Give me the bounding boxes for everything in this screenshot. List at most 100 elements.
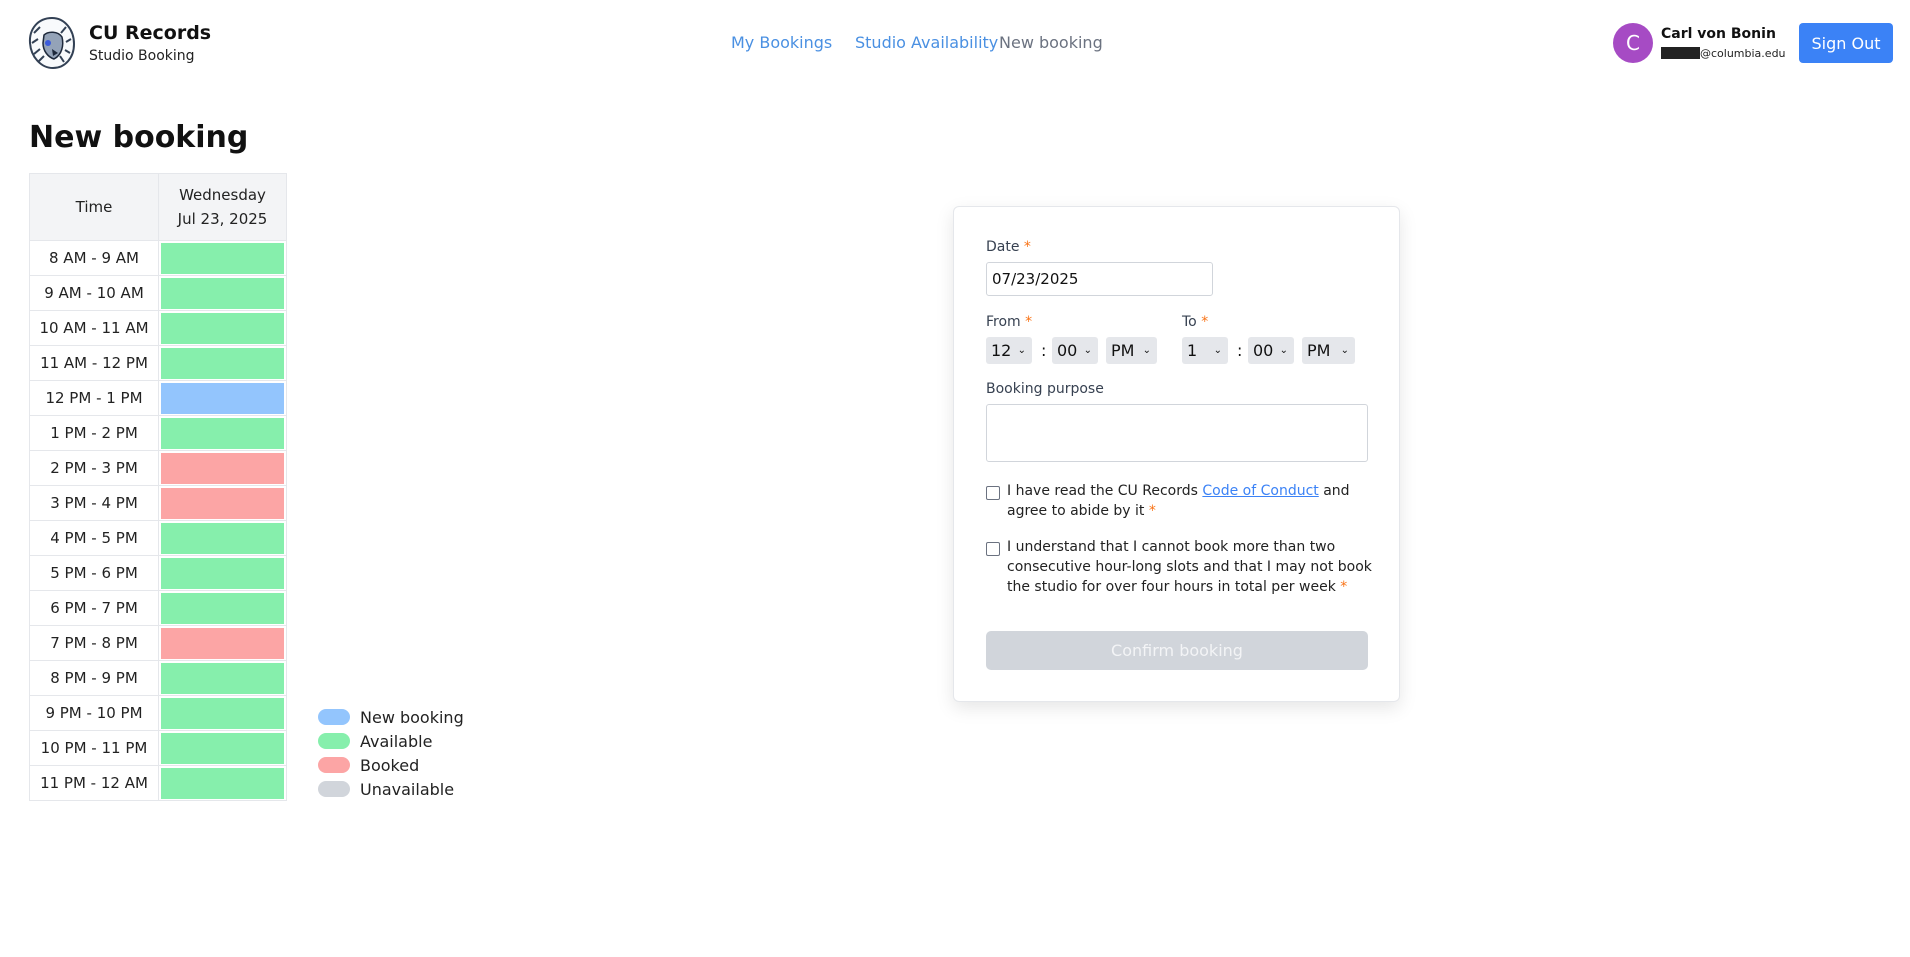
schedule-row: 10 PM - 11 PM bbox=[29, 730, 287, 766]
code-of-conduct-link[interactable]: Code of Conduct bbox=[1202, 483, 1318, 499]
from-hour-select[interactable]: 12 ⌄ bbox=[986, 337, 1032, 364]
slot-status-available[interactable] bbox=[161, 557, 284, 589]
from-minute-select[interactable]: 00 ⌄ bbox=[1052, 337, 1098, 364]
slot-time: 11 AM - 12 PM bbox=[29, 345, 159, 381]
slot-status-available[interactable] bbox=[161, 767, 284, 799]
user-email: @columbia.edu bbox=[1661, 47, 1786, 60]
slot-status-booked[interactable] bbox=[161, 452, 284, 484]
schedule-row: 5 PM - 6 PM bbox=[29, 555, 287, 591]
slot-cell[interactable] bbox=[158, 380, 287, 416]
brand-title: CU Records bbox=[89, 22, 212, 44]
avatar: C bbox=[1613, 23, 1653, 63]
schedule-row: 6 PM - 7 PM bbox=[29, 590, 287, 626]
schedule-row: 3 PM - 4 PM bbox=[29, 485, 287, 521]
to-minute-select[interactable]: 00 ⌄ bbox=[1248, 337, 1294, 364]
schedule-body: 8 AM - 9 AM 9 AM - 10 AM 10 AM - 11 AM 11 A… bbox=[29, 240, 287, 801]
day-date: Jul 23, 2025 bbox=[177, 210, 268, 228]
slot-status-available[interactable] bbox=[161, 277, 284, 309]
slot-status-available[interactable] bbox=[161, 312, 284, 344]
nav-new-booking[interactable]: New booking bbox=[999, 33, 1103, 52]
slot-cell[interactable] bbox=[158, 625, 287, 661]
schedule-row: 4 PM - 5 PM bbox=[29, 520, 287, 556]
schedule-row: 9 PM - 10 PM bbox=[29, 695, 287, 731]
sign-out-button[interactable]: Sign Out bbox=[1799, 23, 1893, 63]
schedule-row: 10 AM - 11 AM bbox=[29, 310, 287, 346]
lion-logo-icon[interactable] bbox=[26, 15, 78, 71]
from-ampm-select[interactable]: PM ⌄ bbox=[1106, 337, 1157, 364]
confirm-booking-button[interactable]: Confirm booking bbox=[986, 631, 1368, 670]
legend: New booking Available Booked Unavailable bbox=[318, 705, 464, 801]
to-label: To * bbox=[1182, 314, 1208, 330]
schedule-row: 2 PM - 3 PM bbox=[29, 450, 287, 486]
to-ampm-select[interactable]: PM ⌄ bbox=[1302, 337, 1355, 364]
slot-status-available[interactable] bbox=[161, 522, 284, 554]
legend-swatch bbox=[318, 757, 350, 773]
chevron-down-icon: ⌄ bbox=[1017, 345, 1026, 356]
slot-cell[interactable] bbox=[158, 240, 287, 276]
chevron-down-icon: ⌄ bbox=[1083, 345, 1092, 356]
slot-cell[interactable] bbox=[158, 765, 287, 801]
slot-status-available[interactable] bbox=[161, 417, 284, 449]
date-label-text: Date bbox=[986, 239, 1020, 255]
booking-purpose-textarea[interactable] bbox=[986, 404, 1368, 462]
booking-form-card: Date * From * To * 12⌄ : 00⌄ PM⌄ 1⌄ : 00… bbox=[953, 206, 1400, 702]
slot-time: 1 PM - 2 PM bbox=[29, 415, 159, 451]
slot-time: 8 AM - 9 AM bbox=[29, 240, 159, 276]
code-of-conduct-checkbox[interactable] bbox=[986, 486, 1000, 500]
schedule-table: Time Wednesday Jul 23, 2025 8 AM - 9 AM 9 … bbox=[29, 173, 287, 801]
schedule-row: 1 PM - 2 PM bbox=[29, 415, 287, 451]
slot-cell[interactable] bbox=[158, 275, 287, 311]
required-mark: * bbox=[1201, 314, 1209, 330]
slot-time: 10 AM - 11 AM bbox=[29, 310, 159, 346]
user-name: Carl von Bonin bbox=[1661, 26, 1776, 42]
required-mark: * bbox=[1148, 503, 1156, 519]
nav-my-bookings[interactable]: My Bookings bbox=[731, 33, 832, 52]
slot-status-available[interactable] bbox=[161, 697, 284, 729]
booking-limit-text: I understand that I cannot book more tha… bbox=[1007, 537, 1372, 597]
redacted-username bbox=[1661, 47, 1700, 59]
legend-label: Unavailable bbox=[360, 779, 455, 799]
to-minute-value: 00 bbox=[1253, 341, 1274, 360]
slot-time: 6 PM - 7 PM bbox=[29, 590, 159, 626]
day-name: Wednesday bbox=[179, 186, 266, 204]
slot-cell[interactable] bbox=[158, 695, 287, 731]
slot-status-available[interactable] bbox=[161, 242, 284, 274]
required-mark: * bbox=[1340, 579, 1348, 595]
from-label: From * bbox=[986, 314, 1032, 330]
slot-status-booked[interactable] bbox=[161, 627, 284, 659]
slot-status-available[interactable] bbox=[161, 662, 284, 694]
booking-limit-checkbox[interactable] bbox=[986, 542, 1000, 556]
slot-cell[interactable] bbox=[158, 415, 287, 451]
slot-time: 10 PM - 11 PM bbox=[29, 730, 159, 766]
legend-item-unavailable: Unavailable bbox=[318, 777, 464, 801]
slot-status-new[interactable] bbox=[161, 382, 284, 414]
slot-cell[interactable] bbox=[158, 345, 287, 381]
schedule-row: 8 AM - 9 AM bbox=[29, 240, 287, 276]
slot-status-booked[interactable] bbox=[161, 487, 284, 519]
slot-cell[interactable] bbox=[158, 485, 287, 521]
slot-cell[interactable] bbox=[158, 660, 287, 696]
slot-cell[interactable] bbox=[158, 555, 287, 591]
chevron-down-icon: ⌄ bbox=[1279, 345, 1288, 356]
slot-cell[interactable] bbox=[158, 450, 287, 486]
to-hour-select[interactable]: 1 ⌄ bbox=[1182, 337, 1228, 364]
slot-time: 3 PM - 4 PM bbox=[29, 485, 159, 521]
nav-studio-availability[interactable]: Studio Availability bbox=[855, 33, 998, 52]
slot-status-available[interactable] bbox=[161, 732, 284, 764]
from-minute-value: 00 bbox=[1057, 341, 1078, 360]
slot-cell[interactable] bbox=[158, 310, 287, 346]
limit-text-body: I understand that I cannot book more tha… bbox=[1007, 539, 1372, 595]
to-colon: : bbox=[1237, 341, 1243, 360]
legend-label: New booking bbox=[360, 707, 464, 727]
slot-time: 8 PM - 9 PM bbox=[29, 660, 159, 696]
schedule-row: 11 AM - 12 PM bbox=[29, 345, 287, 381]
slot-status-available[interactable] bbox=[161, 347, 284, 379]
slot-time: 7 PM - 8 PM bbox=[29, 625, 159, 661]
date-field[interactable] bbox=[986, 262, 1213, 296]
slot-status-available[interactable] bbox=[161, 592, 284, 624]
slot-cell[interactable] bbox=[158, 590, 287, 626]
to-hour-value: 1 bbox=[1187, 341, 1198, 360]
slot-cell[interactable] bbox=[158, 520, 287, 556]
slot-cell[interactable] bbox=[158, 730, 287, 766]
legend-swatch bbox=[318, 709, 350, 725]
